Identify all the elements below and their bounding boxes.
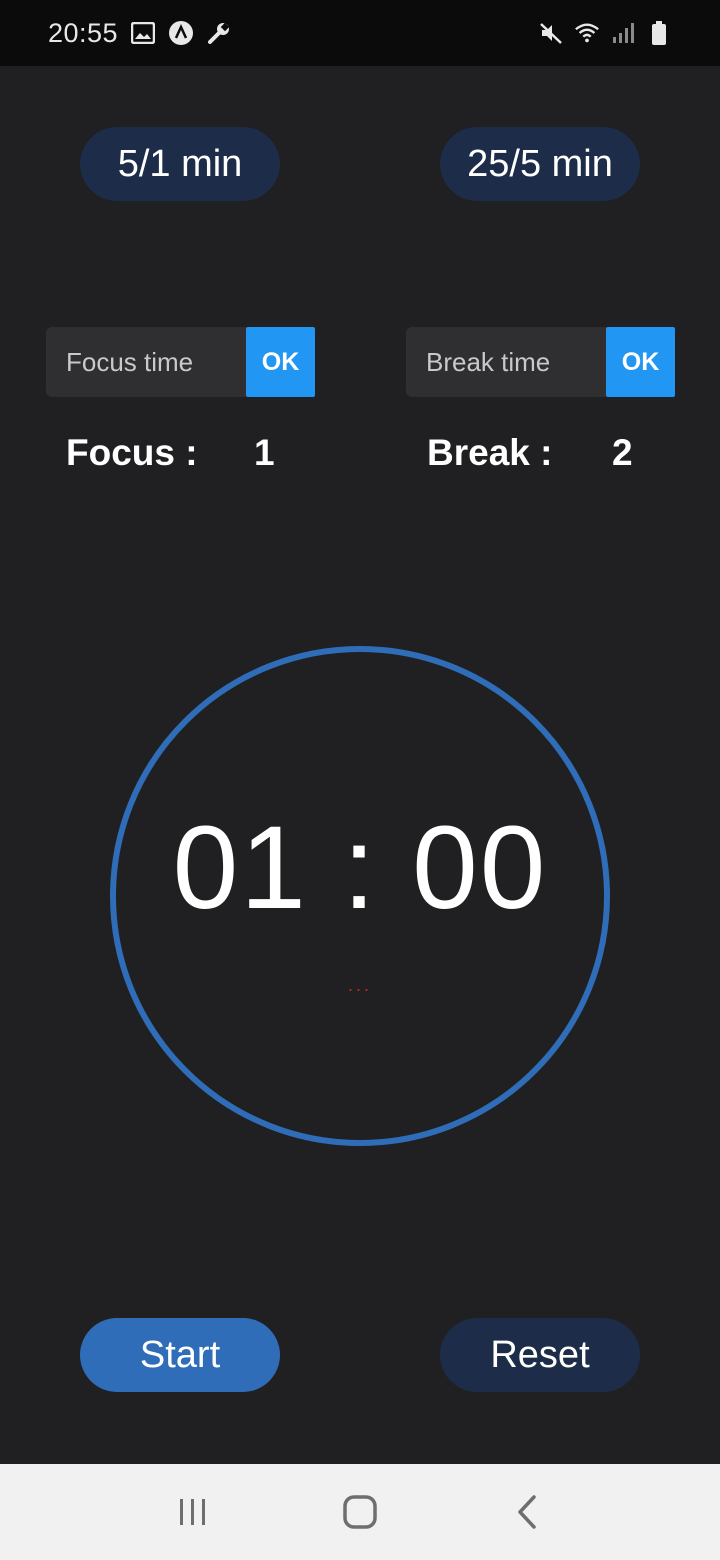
break-count-value: 2 xyxy=(612,432,633,473)
timer-indicator: ... xyxy=(347,975,372,995)
status-time: 20:55 xyxy=(48,17,119,48)
preset-short-button[interactable]: 5/1 min xyxy=(80,127,280,201)
home-icon[interactable] xyxy=(340,1492,380,1532)
mute-icon xyxy=(538,20,564,46)
nav-bar xyxy=(0,1464,720,1560)
battery-icon xyxy=(646,20,672,46)
status-left: 20:55 xyxy=(48,18,232,49)
wrench-icon xyxy=(206,20,232,46)
recent-apps-icon[interactable] xyxy=(173,1492,213,1532)
timer-display: 01 : 00 xyxy=(172,802,548,934)
image-icon xyxy=(130,20,156,46)
focus-count-value: 1 xyxy=(254,432,275,473)
back-icon[interactable] xyxy=(507,1492,547,1532)
focus-ok-button[interactable]: OK xyxy=(246,327,315,397)
status-right xyxy=(538,20,672,46)
signal-icon xyxy=(610,20,636,46)
focus-time-input[interactable]: Focus time xyxy=(46,327,246,397)
start-button[interactable]: Start xyxy=(80,1318,280,1392)
focus-count-label: Focus : xyxy=(66,432,198,473)
status-bar: 20:55 xyxy=(0,0,720,66)
preset-long-button[interactable]: 25/5 min xyxy=(440,127,640,201)
break-ok-button[interactable]: OK xyxy=(606,327,675,397)
break-time-input[interactable]: Break time xyxy=(406,327,606,397)
app-icon xyxy=(168,20,194,46)
break-count-label: Break : xyxy=(427,432,553,473)
wifi-icon xyxy=(574,20,600,46)
reset-button[interactable]: Reset xyxy=(440,1318,640,1392)
